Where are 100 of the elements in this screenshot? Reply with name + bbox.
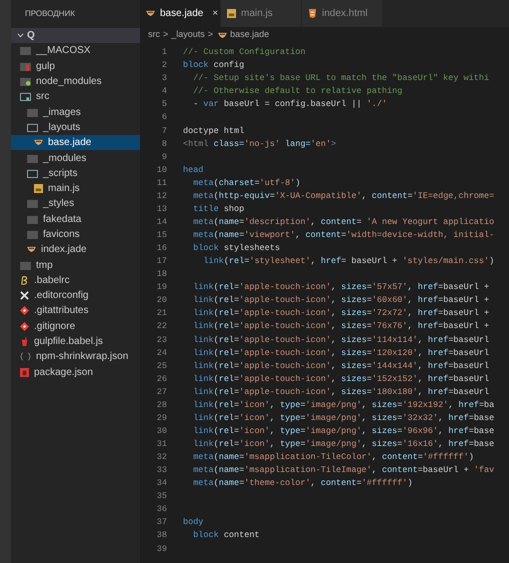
code-line: - var baseUrl = config.baseUrl || './' (192, 98, 388, 112)
code-line: meta(http-equiv='X-UA-Compatible', content='IE=edge,chrome= (192, 190, 494, 203)
code-line: block config (183, 59, 244, 72)
tools-icon (20, 291, 29, 300)
line-number: 36 (156, 503, 167, 516)
code-line: doctype html (183, 124, 244, 138)
code-line: link(rel='stylesheet', href= baseUrl + 'styles/main.css') (202, 255, 494, 268)
tree-item[interactable]: _images (11, 104, 140, 120)
line-number: 22 (156, 320, 167, 334)
tree-item[interactable]: gulpfile.babel.js (11, 334, 140, 350)
tree-item[interactable]: _modules (11, 150, 140, 166)
breadcrumb-separator: > (208, 28, 214, 42)
tree-item[interactable]: .gitignore (11, 318, 140, 334)
tree-item[interactable]: index.jade (11, 242, 140, 258)
editor-tab[interactable]: index.html (302, 0, 382, 27)
tree-item[interactable]: _layouts (11, 120, 140, 136)
editor-tab[interactable]: base.jade × (140, 0, 220, 27)
line-number: 24 (156, 346, 167, 360)
html-file-icon (308, 9, 317, 18)
package-icon (20, 368, 29, 377)
line-number: 32 (156, 451, 167, 464)
line-number: 9 (160, 150, 167, 164)
code-line: link(rel='apple-touch-icon', sizes='60x60', href=baseUrl + (192, 294, 490, 308)
js-file-icon (34, 184, 43, 194)
tree-item[interactable]: npm-shrinkwrap.json (11, 349, 140, 365)
line-number: 15 (156, 229, 167, 242)
folder-icon (20, 77, 31, 86)
line-number: 25 (156, 360, 167, 372)
code-line: link(rel='apple-touch-icon', sizes='120x120', href=baseUrl (192, 346, 490, 360)
tree-item[interactable]: favicons (11, 226, 140, 242)
breadcrumb-item[interactable]: _layouts (171, 28, 205, 42)
line-number: 3 (160, 72, 167, 86)
jade-file-icon (34, 139, 43, 146)
tree-item[interactable]: .editorconfig (11, 288, 140, 304)
line-number: 30 (156, 424, 167, 438)
cup-icon (20, 337, 29, 346)
code-line: meta(name='theme-color', content='#ffffff') (192, 477, 413, 490)
breadcrumb-item[interactable]: base.jade (230, 28, 270, 42)
breadcrumb-separator: > (163, 28, 168, 42)
line-number: 12 (156, 190, 167, 203)
jade-file-icon (218, 32, 228, 38)
folder-icon (27, 230, 38, 239)
line-number: 21 (156, 307, 167, 320)
line-number: 17 (156, 255, 167, 268)
line-number: 27 (156, 386, 167, 399)
explorer-title: ПРОВОДНИК (25, 8, 75, 20)
code-line: link(rel='apple-touch-icon', sizes='72x72', href=baseUrl + (192, 307, 490, 320)
b-letter-icon (20, 276, 29, 285)
code-line: meta(name='msapplication-TileImage', content=baseUrl + 'fav (192, 464, 494, 477)
tree-root[interactable]: Q (11, 28, 140, 44)
tree-item[interactable]: main.js (11, 180, 140, 196)
folder-icon (27, 214, 38, 224)
line-number: 23 (156, 334, 167, 346)
tree-item[interactable]: tmp (11, 257, 140, 273)
jade-file-icon (27, 246, 36, 254)
tree-item[interactable]: __MACOSX (11, 43, 140, 59)
folder-icon (27, 154, 38, 163)
tree-item[interactable]: node_modules (11, 74, 140, 90)
code-line: head (183, 164, 204, 176)
tree-item[interactable]: gulp (11, 58, 140, 74)
code-line: meta(charset='utf-8') (192, 176, 300, 190)
tree-item[interactable]: .gitattributes (11, 303, 140, 319)
tree-item[interactable]: fakedata (11, 212, 140, 227)
folder-icon (27, 122, 38, 132)
code-line: block stylesheets (192, 242, 280, 255)
close-button[interactable]: × (212, 6, 218, 21)
code-line: //- Otherwise default to relative pathing (192, 85, 402, 98)
line-number: 19 (156, 281, 167, 294)
folder-icon (27, 168, 38, 178)
code-line: //- Setup site's base URL to match the "baseUrl" key withi (192, 72, 490, 86)
tree-item[interactable]: src (11, 89, 140, 104)
code-line: meta(name='description', content= 'A new Yeogurt applicatio (192, 216, 494, 229)
line-number: 1 (160, 46, 167, 59)
line-number: 28 (156, 398, 167, 412)
line-number: 8 (160, 138, 167, 150)
line-number: 20 (156, 294, 167, 308)
tree-item[interactable]: _styles (11, 196, 140, 212)
code-line: link(rel='icon', type='image/png', sizes='192x192', href=ba (192, 398, 494, 412)
breadcrumb-item[interactable]: src (148, 28, 160, 42)
line-number: 10 (156, 164, 167, 176)
editor-tab[interactable]: main.js (221, 0, 301, 27)
line-number: 16 (156, 242, 167, 255)
code-line: link(rel='icon', type='image/png', sizes='96x96', href=base (192, 424, 494, 438)
line-number: 31 (156, 438, 167, 451)
line-number: 18 (156, 268, 167, 281)
code-line: link(rel='apple-touch-icon', sizes='76x76', href=baseUrl + (192, 320, 490, 334)
line-number: 4 (160, 85, 167, 98)
code-line: link(rel='apple-touch-icon', sizes='114x114', href=baseUrl (192, 334, 490, 346)
line-number: 6 (160, 111, 167, 124)
code-line: meta(name='msapplication-TileColor', content='#ffffff') (192, 451, 474, 464)
tree-item[interactable]: package.json (11, 364, 140, 380)
git-icon (20, 306, 29, 316)
code-line: link(rel='apple-touch-icon', sizes='57x57', href=baseUrl + (192, 281, 490, 294)
chevron-down-icon (17, 32, 24, 40)
line-number: 37 (156, 516, 167, 530)
code-line: meta(name='viewport', content='width=device-width, initial- (192, 229, 494, 242)
tree-item[interactable]: .babelrc (11, 272, 140, 288)
tree-item[interactable]: base.jade (11, 135, 140, 150)
tree-item[interactable]: _scripts (11, 166, 140, 181)
line-number: 29 (156, 412, 167, 425)
